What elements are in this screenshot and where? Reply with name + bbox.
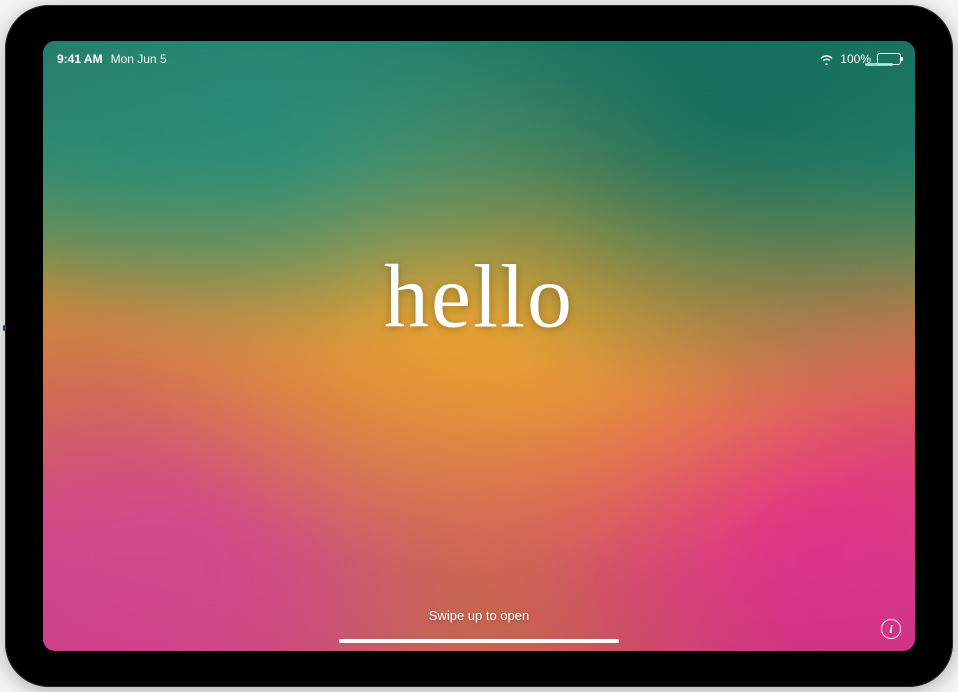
status-time: 9:41 AM — [57, 52, 103, 66]
home-indicator-bar[interactable] — [339, 639, 619, 643]
info-icon: i — [889, 622, 892, 637]
status-bar: 9:41 AM Mon Jun 5 100% — [43, 47, 915, 71]
wifi-icon — [819, 53, 834, 65]
ipad-device-frame: 9:41 AM Mon Jun 5 100% — [5, 5, 953, 687]
hello-greeting: hello — [384, 246, 574, 349]
swipe-up-hint: Swipe up to open — [429, 608, 529, 623]
status-left: 9:41 AM Mon Jun 5 — [57, 52, 167, 66]
side-indicator — [3, 325, 6, 331]
device-bezel: 9:41 AM Mon Jun 5 100% — [15, 15, 943, 677]
status-date: Mon Jun 5 — [111, 52, 167, 66]
lock-screen[interactable]: 9:41 AM Mon Jun 5 100% — [43, 41, 915, 651]
info-button[interactable]: i — [881, 619, 901, 639]
recent-app-indicator[interactable] — [865, 63, 893, 66]
